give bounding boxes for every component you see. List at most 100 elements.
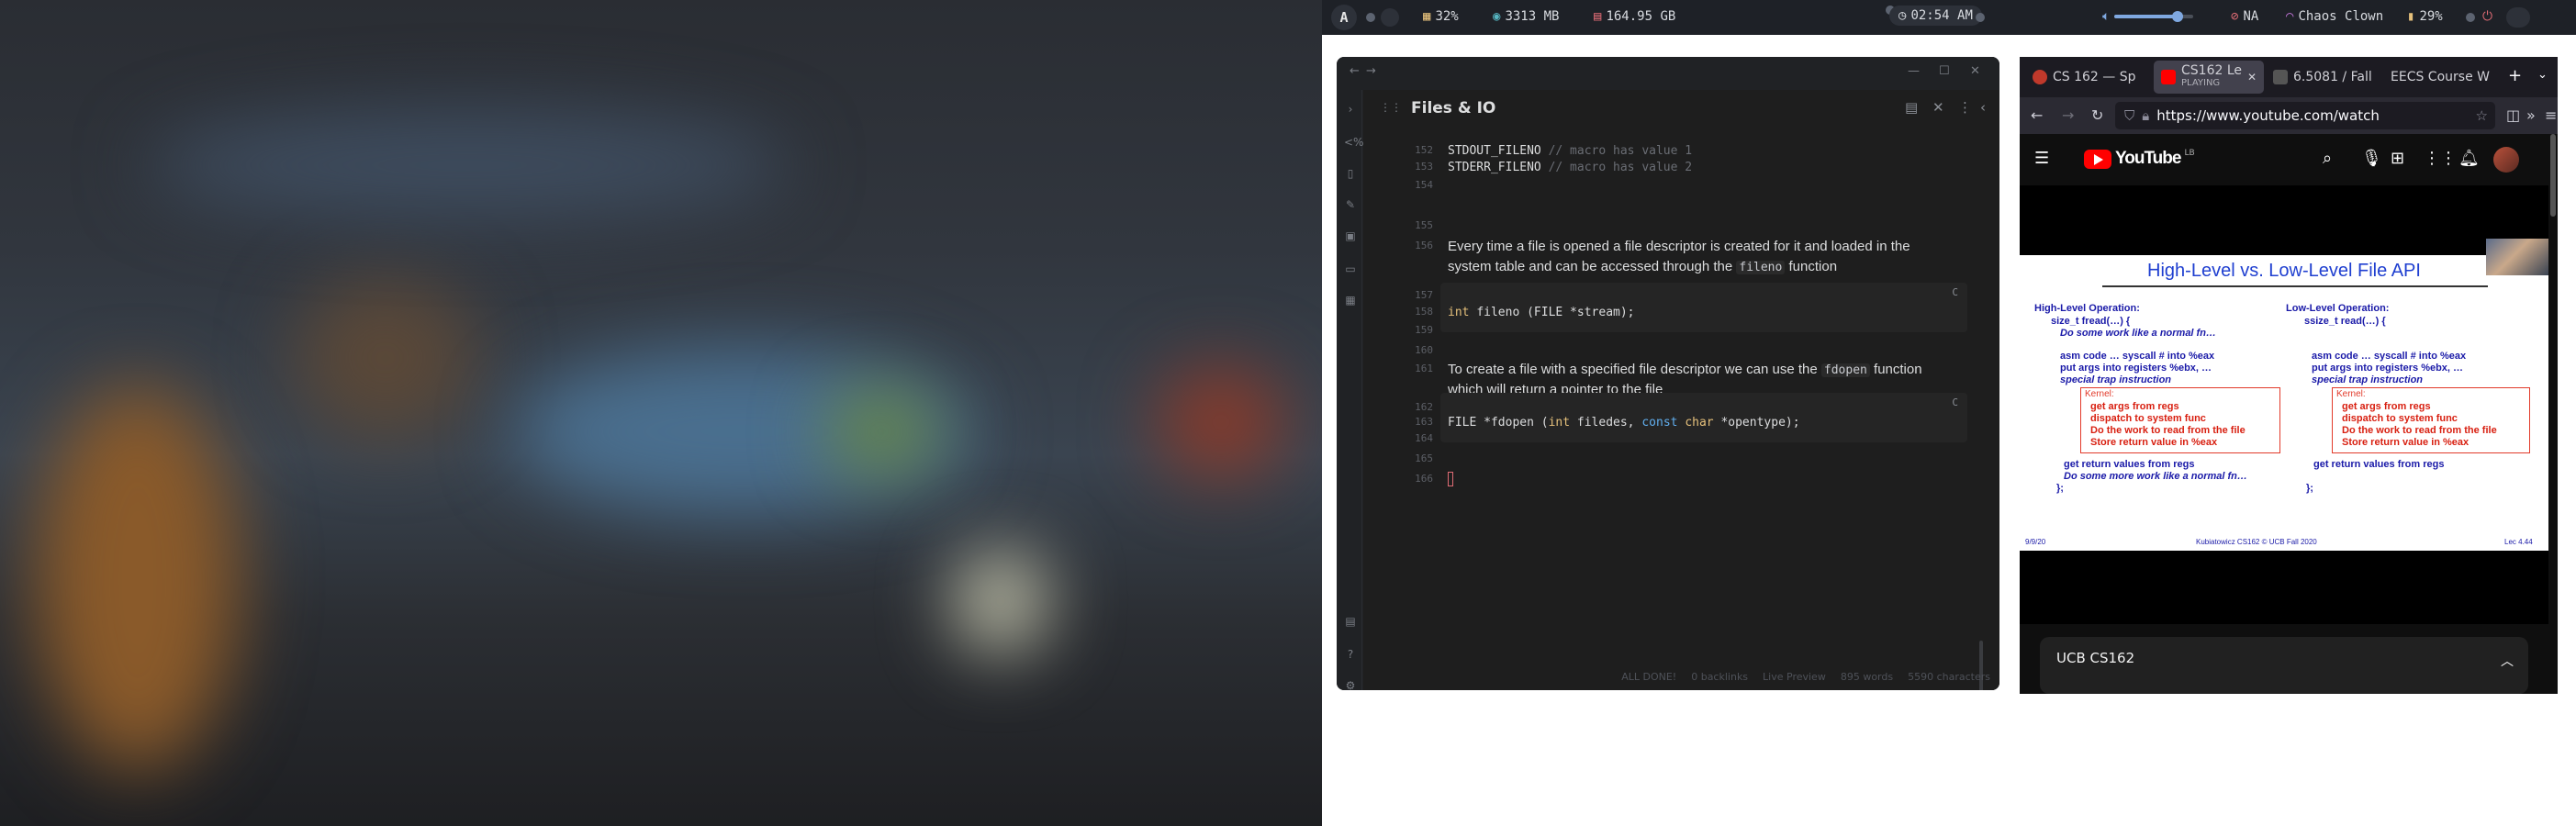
page-scrollbar[interactable]	[2550, 134, 2556, 217]
terminal-icon[interactable]: ▭	[1344, 262, 1357, 275]
blocks-icon[interactable]: ▦	[1344, 294, 1357, 307]
file-icon[interactable]: ▯	[1344, 167, 1357, 180]
close-tab-icon[interactable]: ✕	[2247, 71, 2257, 84]
search-icon[interactable]: ⌕	[2323, 149, 2332, 168]
code-text: int fileno (FILE *stream);	[1448, 303, 1635, 322]
minimize-icon[interactable]: —	[1908, 64, 1920, 78]
clock[interactable]: ◷ 02:54 AM	[1889, 6, 1982, 26]
youtube-wordmark: YouTube	[2115, 149, 2181, 168]
tab-cs162-spring[interactable]: CS 162 — Sp	[2025, 62, 2152, 92]
slide-text: };	[2306, 483, 2313, 494]
reading-view-icon[interactable]: ▤	[1905, 99, 1918, 116]
close-window-icon[interactable]: ✕	[1970, 64, 1980, 78]
character-count: 5590 characters	[1908, 670, 1990, 683]
workspace-dot[interactable]	[1366, 13, 1375, 22]
kernel-text: Do the work to read from the file	[2342, 425, 2497, 436]
obsidian-editor-pane: ⋮⋮ Files & IO ▤ ✕ ⋮ ‹ 152 STDOUT_FILENO …	[1363, 90, 1999, 690]
chevron-up-icon[interactable]: ︿	[2501, 652, 2514, 670]
apps-grid-icon[interactable]: ⋮⋮	[2424, 149, 2457, 168]
line-number: 160	[1415, 344, 1433, 356]
kernel-box: Kernel: get args from regs dispatch to s…	[2332, 387, 2530, 453]
editor-line: 157	[1363, 286, 1969, 305]
more-options-icon[interactable]: ⋮	[1958, 99, 1972, 116]
paragraph-text: system table and can be accessed through…	[1448, 257, 1837, 277]
navigation-toolbar: ← → ↻ ⛉ 🔒︎ https://www.youtube.com/watch…	[2020, 97, 2558, 134]
obsidian-ribbon: › <% ▯ ✎ ▣ ▭ ▦ ▤ ? ⚙	[1337, 90, 1363, 690]
guide-menu-icon[interactable]: ☰	[2034, 149, 2049, 168]
video-player[interactable]: High-Level vs. Low-Level File API High-L…	[2020, 185, 2548, 624]
notifications-bell-icon[interactable]: 🔔︎	[2458, 149, 2480, 168]
graph-icon[interactable]: <%	[1344, 136, 1363, 149]
tray-toggle[interactable]	[2506, 7, 2530, 28]
reload-icon[interactable]: ↻	[2091, 106, 2103, 124]
note-title: Files & IO	[1411, 99, 1496, 117]
workspace-dot-active[interactable]	[1381, 8, 1399, 27]
forward-arrow-icon[interactable]: →	[1366, 64, 1376, 78]
close-tab-icon[interactable]: ✕	[1932, 99, 1944, 116]
wifi-name[interactable]: Chaos Clown	[2298, 9, 2383, 24]
forward-icon[interactable]: →	[2062, 106, 2074, 124]
line-number: 152	[1415, 144, 1433, 156]
arch-menu-icon[interactable]: A	[1331, 5, 1357, 30]
code-run: FILE *fdopen (	[1448, 416, 1549, 430]
slide-title: High-Level vs. Low-Level File API	[2147, 261, 2421, 281]
region-code: LB	[2184, 149, 2195, 158]
text-run: system table and can be accessed through…	[1448, 259, 1733, 274]
kernel-text: get args from regs	[2090, 401, 2179, 412]
tab-list-chevron-icon[interactable]: ⌄	[2537, 68, 2548, 82]
back-icon[interactable]: ←	[2031, 106, 2043, 124]
tracking-shield-icon[interactable]: ⛉	[2124, 107, 2134, 124]
volume-icon[interactable]: 🔈︎	[2102, 9, 2110, 24]
collapse-sidebar-icon[interactable]: ›	[1344, 103, 1357, 116]
status-bar: ALL DONE! 0 backlinks Live Preview 895 w…	[1363, 663, 1999, 690]
line-number: 154	[1415, 179, 1433, 191]
slide-text: };	[2056, 483, 2064, 494]
slide-heading: High-Level Operation:	[2034, 303, 2140, 314]
pen-icon[interactable]: ✎	[1344, 198, 1357, 211]
markdown-editor[interactable]: 152 STDOUT_FILENO // macro has value 1 1…	[1363, 127, 1999, 659]
line-text: STDERR_FILENO // macro has value 2	[1448, 158, 1692, 177]
firefox-window: CS 162 — Sp CS162 Lec PLAYING ✕ 6.5081 /…	[2020, 57, 2558, 694]
bookmark-star-icon[interactable]: ☆	[2476, 107, 2488, 124]
line-number: 153	[1415, 161, 1433, 173]
code-run: fileno (FILE *stream);	[1476, 306, 1635, 319]
editor-mode[interactable]: Live Preview	[1763, 671, 1826, 683]
avatar[interactable]	[2493, 147, 2519, 173]
back-arrow-icon[interactable]: ←	[1350, 64, 1360, 78]
tab-eecs-course[interactable]: EECS Course W	[2383, 62, 2497, 92]
volume-slider[interactable]	[2114, 11, 2194, 22]
volume-knob[interactable]	[2172, 11, 2184, 22]
sync-status[interactable]: ALL DONE!	[1621, 671, 1676, 683]
tab-cs162-lecture[interactable]: CS162 Lec PLAYING ✕	[2154, 61, 2264, 94]
settings-gear-icon[interactable]: ⚙	[1344, 679, 1357, 690]
vault-icon[interactable]: ▤	[1344, 615, 1357, 628]
backlinks-count[interactable]: 0 backlinks	[1691, 671, 1748, 683]
tab-6-5081[interactable]: 6.5081 / Fall	[2266, 62, 2381, 92]
pocket-icon[interactable]: ◫	[2506, 106, 2520, 124]
create-video-icon[interactable]: ⊞	[2391, 149, 2404, 168]
favicon-icon	[2273, 70, 2288, 84]
collapse-right-icon[interactable]: ‹	[1980, 99, 1986, 116]
overflow-chevrons-icon[interactable]: »	[2526, 106, 2536, 124]
youtube-logo[interactable]: YouTube LB	[2084, 149, 2195, 169]
wifi-icon[interactable]: ◠	[2286, 9, 2293, 24]
editor-line: 159	[1363, 321, 1969, 340]
power-icon[interactable]: ⏻	[2482, 9, 2492, 24]
drag-handle-icon[interactable]: ⋮⋮	[1380, 101, 1402, 114]
code-keyword: char	[1685, 416, 1714, 430]
inline-code: fdopen	[1820, 363, 1870, 377]
url-bar[interactable]: ⛉ 🔒︎ https://www.youtube.com/watch ☆	[2115, 102, 2495, 129]
line-number: 155	[1415, 219, 1433, 231]
notification-dot[interactable]	[2466, 13, 2475, 22]
url-text[interactable]: https://www.youtube.com/watch	[2156, 107, 2380, 124]
slide-text: size_t fread(…) {	[2051, 316, 2131, 327]
lock-icon[interactable]: 🔒︎	[2142, 107, 2149, 124]
help-icon[interactable]: ?	[1344, 648, 1357, 661]
playlist-card[interactable]: UCB CS162 ︿	[2040, 637, 2528, 694]
maximize-icon[interactable]: ☐	[1939, 64, 1950, 78]
new-tab-icon[interactable]: +	[2508, 66, 2522, 85]
hamburger-menu-icon[interactable]: ≡	[2545, 106, 2557, 124]
tab-strip: CS 162 — Sp CS162 Lec PLAYING ✕ 6.5081 /…	[2020, 57, 2558, 97]
calendar-icon[interactable]: ▣	[1344, 229, 1357, 242]
microphone-icon[interactable]: 🎙︎	[2361, 149, 2382, 168]
